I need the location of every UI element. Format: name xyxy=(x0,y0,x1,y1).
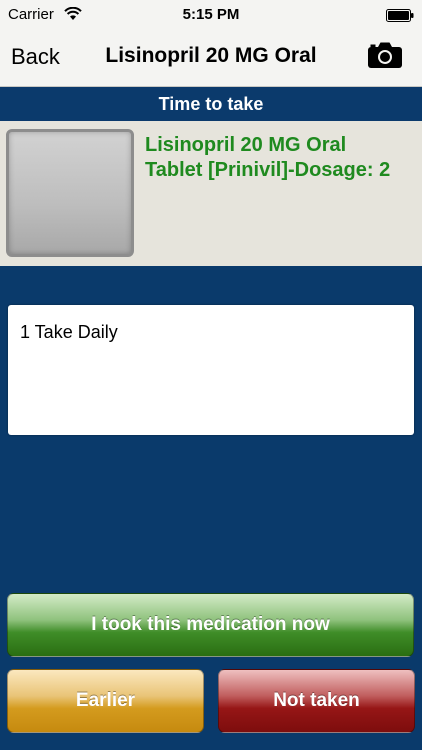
section-header: Time to take xyxy=(0,87,422,121)
navigation-bar: Back Lisinopril 20 MG Oral xyxy=(0,30,422,87)
medication-name-line-1: Lisinopril 20 MG Oral xyxy=(145,134,347,156)
status-time: 5:15 PM xyxy=(182,6,240,23)
instructions-box: 1 Take Daily xyxy=(8,305,414,435)
battery-icon xyxy=(386,9,414,22)
page-title: Lisinopril 20 MG Oral xyxy=(105,44,317,67)
earlier-button[interactable]: Earlier xyxy=(7,669,204,733)
camera-icon[interactable] xyxy=(368,42,402,68)
took-medication-button[interactable]: I took this medication now xyxy=(7,593,414,657)
not-taken-button[interactable]: Not taken xyxy=(218,669,415,733)
back-button[interactable]: Back xyxy=(11,44,60,70)
medication-image-placeholder[interactable] xyxy=(6,129,134,257)
medication-panel: Lisinopril 20 MG Oral Tablet [Prinivil]-… xyxy=(0,121,422,266)
status-bar: Carrier 5:15 PM xyxy=(0,0,422,30)
medication-name-line-2: Tablet [Prinivil]-Dosage: 2 xyxy=(145,159,391,181)
medication-name: Lisinopril 20 MG Oral Tablet [Prinivil]-… xyxy=(145,133,417,183)
